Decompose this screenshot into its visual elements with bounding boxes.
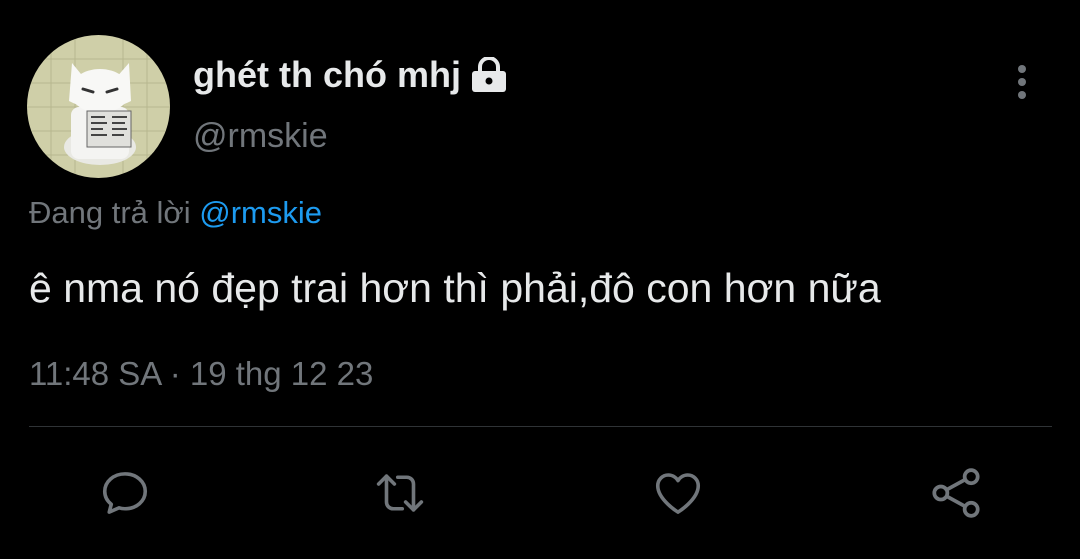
reply-context: Đang trả lời @rmskie: [29, 193, 322, 233]
tweet-time: 11:48 SA: [29, 355, 161, 392]
heart-icon: [655, 473, 701, 514]
share-button[interactable]: [926, 463, 986, 523]
retweet-button[interactable]: [370, 463, 430, 523]
more-options-button[interactable]: [1002, 60, 1042, 104]
tweet-text: ê nma nó đẹp trai hơn thì phải,đô con hơ…: [29, 265, 881, 311]
like-button[interactable]: [648, 463, 708, 523]
lock-icon: [469, 57, 509, 93]
display-name-text: ghét th chó mhj: [193, 54, 461, 95]
retweet-icon: [376, 474, 424, 512]
reply-button[interactable]: [95, 463, 155, 523]
divider: [29, 426, 1052, 427]
tweet-detail: ghét th chó mhj @rmskie Đang trả lời @rm…: [0, 0, 1080, 559]
share-icon: [932, 468, 980, 518]
reply-mention-link[interactable]: @rmskie: [199, 195, 322, 230]
reply-prefix: Đang trả lời: [29, 195, 200, 230]
tweet-date: 19 thg 12 23: [189, 355, 374, 392]
speech-bubble-icon: [102, 472, 148, 514]
display-name[interactable]: ghét th chó mhj: [193, 55, 509, 95]
timestamp-separator: ·: [169, 355, 181, 392]
timestamp-row[interactable]: 11:48 SA · 19 thg 12 23: [29, 354, 373, 394]
avatar-image: [27, 35, 170, 178]
more-vertical-icon: [1018, 65, 1026, 99]
handle[interactable]: @rmskie: [193, 116, 328, 156]
avatar[interactable]: [27, 35, 170, 178]
